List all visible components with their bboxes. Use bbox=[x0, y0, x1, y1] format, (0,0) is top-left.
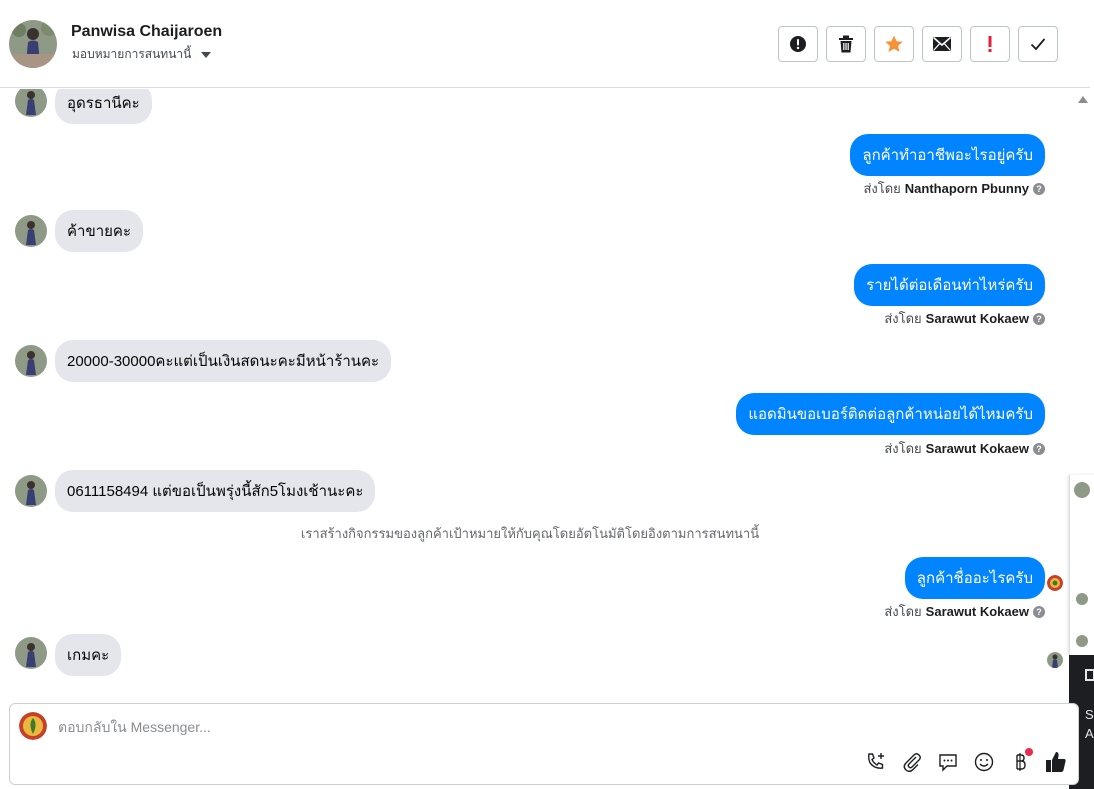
help-icon[interactable]: ? bbox=[1033, 182, 1045, 195]
star-button[interactable] bbox=[874, 26, 914, 62]
sender-name: Sarawut Kokaew bbox=[925, 604, 1029, 619]
sender-name: Sarawut Kokaew bbox=[925, 311, 1029, 326]
message-thread[interactable]: อุดรธานีคะ ลูกค้าทำอาชีพอะไรอยู่ครับ ส่ง… bbox=[0, 89, 1072, 697]
composer-toolbar bbox=[864, 748, 1068, 774]
seen-by-contact-avatar bbox=[1047, 652, 1063, 668]
avatar bbox=[1074, 482, 1090, 498]
contact-name[interactable]: Panwisa Chaijaroen bbox=[71, 23, 222, 41]
sent-by-label: ส่งโดย Sarawut Kokaew ? bbox=[884, 438, 1045, 459]
calendar-icon bbox=[1085, 669, 1094, 681]
sent-by-prefix: ส่งโดย bbox=[884, 441, 922, 456]
reply-input[interactable] bbox=[58, 716, 858, 738]
mark-unread-button[interactable] bbox=[922, 26, 962, 62]
contact-message-avatar bbox=[15, 637, 47, 669]
side-notification-card[interactable] bbox=[1069, 475, 1094, 655]
contact-message-avatar bbox=[15, 475, 47, 507]
saved-replies-button[interactable] bbox=[936, 750, 960, 774]
sent-by-label: ส่งโดย Sarawut Kokaew ? bbox=[884, 308, 1045, 329]
contact-message-avatar bbox=[15, 345, 47, 377]
sent-by-label: ส่งโดย Sarawut Kokaew ? bbox=[884, 601, 1045, 622]
sender-name: Nanthaporn Pbunny bbox=[904, 181, 1029, 196]
incoming-message[interactable]: ค้าขายคะ bbox=[55, 210, 144, 252]
paperclip-icon bbox=[903, 753, 921, 773]
envelope-icon bbox=[932, 36, 952, 51]
alert-circle-icon bbox=[790, 36, 806, 52]
conversation-header: Panwisa Chaijaroen มอบหมายการสนทนานี้ bbox=[0, 0, 1090, 88]
assign-conversation-dropdown[interactable]: มอบหมายการสนทนานี้ bbox=[72, 45, 212, 64]
popup-text-line: Se bbox=[1085, 707, 1094, 722]
help-icon[interactable]: ? bbox=[1033, 605, 1045, 618]
assign-label: มอบหมายการสนทนานี้ bbox=[72, 47, 192, 61]
delete-button[interactable] bbox=[826, 26, 866, 62]
mark-spam-button[interactable] bbox=[778, 26, 818, 62]
incoming-message[interactable]: 0611158494 แต่ขอเป็นพรุ่งนี้สัก5โมงเช้าน… bbox=[55, 470, 376, 512]
auto-activity-note: เราสร้างกิจกรรมของลูกค้าเป้าหมายให้กับคุ… bbox=[300, 526, 760, 541]
like-button[interactable] bbox=[1044, 750, 1068, 774]
sent-by-prefix: ส่งโดย bbox=[884, 604, 922, 619]
seen-by-page-icon bbox=[1047, 575, 1063, 591]
avatar bbox=[1076, 593, 1088, 605]
outgoing-message[interactable]: ลูกค้าทำอาชีพอะไรอยู่ครับ bbox=[850, 134, 1045, 176]
exclamation-icon bbox=[988, 36, 992, 52]
thumbs-up-icon bbox=[1046, 752, 1066, 772]
popup-text-line: A bbox=[1085, 726, 1094, 741]
conversation-actions bbox=[778, 26, 1058, 62]
attach-button[interactable] bbox=[900, 750, 924, 774]
outgoing-message[interactable]: รายได้ต่อเดือนท่าไหร่ครับ bbox=[854, 264, 1045, 306]
call-button[interactable] bbox=[864, 750, 888, 774]
chevron-down-icon bbox=[201, 51, 212, 58]
contact-message-avatar bbox=[15, 89, 47, 117]
sent-by-prefix: ส่งโดย bbox=[863, 181, 901, 196]
notification-dot bbox=[1025, 748, 1033, 756]
mark-done-button[interactable] bbox=[1018, 26, 1058, 62]
incoming-message[interactable]: อุดรธานีคะ bbox=[55, 89, 152, 124]
checkmark-icon bbox=[1030, 38, 1046, 51]
emoji-button[interactable] bbox=[972, 750, 996, 774]
contact-avatar[interactable] bbox=[9, 20, 57, 68]
outgoing-message[interactable]: ลูกค้าชื่ออะไรครับ bbox=[904, 557, 1045, 599]
sent-by-label: ส่งโดย Nanthaporn Pbunny ? bbox=[863, 178, 1045, 199]
star-icon bbox=[885, 35, 903, 52]
avatar bbox=[1076, 635, 1088, 647]
outgoing-message[interactable]: แอดมินขอเบอร์ติดต่อลูกค้าหน่อยได้ไหมครับ bbox=[736, 393, 1045, 435]
payment-button[interactable] bbox=[1008, 748, 1033, 774]
help-icon[interactable]: ? bbox=[1033, 312, 1045, 325]
sent-by-prefix: ส่งโดย bbox=[884, 311, 922, 326]
emoji-icon bbox=[974, 752, 994, 772]
page-avatar bbox=[19, 712, 47, 740]
reply-composer bbox=[9, 703, 1079, 785]
phone-plus-icon bbox=[868, 753, 884, 769]
follow-up-button[interactable] bbox=[970, 26, 1010, 62]
scroll-up-arrow-icon[interactable] bbox=[1078, 96, 1088, 103]
incoming-message[interactable]: เกมคะ bbox=[55, 634, 122, 676]
help-icon[interactable]: ? bbox=[1033, 442, 1045, 455]
saved-replies-icon bbox=[939, 754, 957, 772]
incoming-message[interactable]: 20000-30000คะแต่เป็นเงินสดนะคะมีหน้าร้าน… bbox=[55, 340, 392, 382]
sender-name: Sarawut Kokaew bbox=[925, 441, 1029, 456]
contact-message-avatar bbox=[15, 215, 47, 247]
trash-icon bbox=[839, 35, 853, 53]
